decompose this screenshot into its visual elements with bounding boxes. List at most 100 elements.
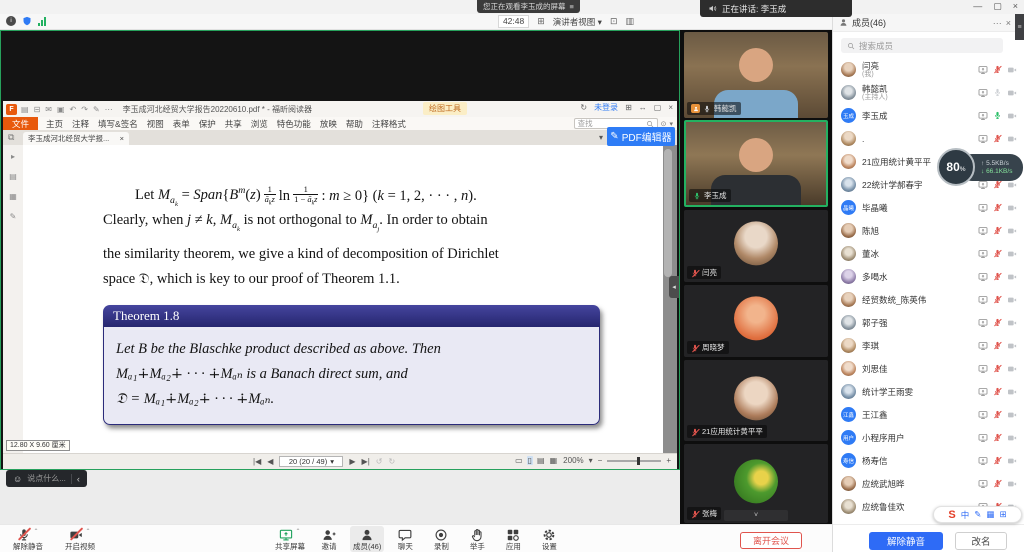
view-mode-dropdown[interactable]: 演讲者视图 ▾	[553, 16, 602, 28]
member-row[interactable]: 刘思佳	[833, 357, 1024, 380]
member-row[interactable]: 董冰	[833, 242, 1024, 265]
view-mode-icon[interactable]: ▯	[527, 456, 533, 465]
first-page-button[interactable]: |◀	[253, 457, 261, 466]
prev-view-button[interactable]: ↺	[376, 457, 383, 466]
tab-list-icon[interactable]: ⧉	[8, 132, 14, 143]
panel-more-icon[interactable]: ···	[993, 18, 1002, 28]
quick-icon[interactable]: ↶	[70, 105, 77, 114]
next-page-button[interactable]: ▶	[349, 457, 355, 466]
quick-icon[interactable]: ↷	[81, 105, 88, 114]
sidebar-panel-icon[interactable]: ▤	[9, 172, 17, 181]
panel-collapse-handle[interactable]: ◂	[669, 276, 679, 298]
member-row[interactable]: 寿信 杨寿信	[833, 449, 1024, 472]
security-shield-icon[interactable]	[22, 16, 32, 26]
toolbar-button[interactable]: ⌃ 开启视频	[62, 526, 98, 552]
quick-icon[interactable]: ⊟	[34, 105, 41, 114]
member-row[interactable]: 李琪	[833, 334, 1024, 357]
toolbar-button[interactable]: ⌃ 设置	[534, 526, 564, 552]
toolbar-button[interactable]: ⌃ 聊天	[390, 526, 420, 552]
pdf-scrollbar-thumb[interactable]	[664, 149, 672, 277]
member-row[interactable]: 统计学王雨雯	[833, 380, 1024, 403]
scroll-more-chevron[interactable]: ˅	[724, 510, 788, 521]
menu-icon[interactable]: ≡	[570, 2, 574, 11]
doc-tab-close-icon[interactable]: ×	[120, 134, 124, 143]
maximize-button[interactable]: ▢	[993, 1, 1002, 12]
video-thumbnail[interactable]: 张梅 ˅	[684, 444, 828, 523]
quick-icon[interactable]: ⋯	[105, 105, 113, 114]
toolbar-button[interactable]: ⌃ 共享屏幕	[272, 526, 308, 552]
page-number-input[interactable]: 20 (20 / 49)▾	[279, 456, 343, 467]
member-row[interactable]: 玉成 李玉成	[833, 104, 1024, 127]
member-row[interactable]: 江鑫 王江鑫	[833, 403, 1024, 426]
quick-icon[interactable]: ▣	[57, 105, 65, 114]
tab-overflow-caret[interactable]: ▾	[599, 133, 603, 142]
restore-icon[interactable]: ↔	[639, 103, 647, 112]
pdf-editor-button[interactable]: ✎ PDF编辑器	[607, 127, 675, 146]
toolbar-button[interactable]: ⌃ 举手	[462, 526, 492, 552]
member-row[interactable]: 郭子强	[833, 311, 1024, 334]
info-icon[interactable]: i	[6, 16, 16, 26]
sogou-logo[interactable]: S	[948, 509, 955, 521]
pdf-menu-tab[interactable]: 表单	[173, 118, 190, 130]
fullscreen-icon[interactable]: ⊡	[610, 16, 618, 27]
quick-icon[interactable]: ▤	[21, 105, 29, 114]
pdf-menu-tab[interactable]: 特色功能	[277, 118, 311, 130]
ime-icon[interactable]: ▦	[986, 509, 994, 521]
member-search-input[interactable]: 搜索成员	[841, 38, 1003, 53]
member-row[interactable]: 应统武旭晔	[833, 472, 1024, 495]
prev-page-button[interactable]: ◀	[267, 457, 273, 466]
toolbar-button[interactable]: ⌃ 成员(46)	[350, 526, 384, 552]
sidebar-panel-icon[interactable]: ▸	[11, 152, 15, 161]
chat-placeholder[interactable]: 说点什么...	[27, 473, 66, 484]
network-signal-icon[interactable]	[38, 17, 46, 26]
document-tab[interactable]: 李玉成河北经贸大学报... ×	[23, 132, 129, 145]
ime-icon[interactable]: ✎	[974, 509, 981, 521]
minimize-button[interactable]: —	[973, 1, 982, 12]
quick-icon[interactable]: ✉	[45, 105, 52, 114]
member-row[interactable]: 多喝水	[833, 265, 1024, 288]
chat-quick-input[interactable]: ☺ 说点什么... ‹	[6, 470, 87, 487]
toolbar-button[interactable]: ⌃ 录制	[426, 526, 456, 552]
zoom-in-button[interactable]: +	[666, 456, 671, 465]
view-mode-icon[interactable]: ▭	[514, 456, 524, 465]
next-view-button[interactable]: ↻	[388, 457, 395, 466]
video-thumbnail[interactable]: 21应用统计黄平平 ˅	[684, 360, 828, 441]
sidebar-toggle[interactable]: ≡	[1015, 14, 1024, 40]
pdf-menu-tab[interactable]: 共享	[225, 118, 242, 130]
ime-icon[interactable]: ⊞	[999, 509, 1006, 521]
last-page-button[interactable]: ▶|	[362, 457, 370, 466]
pdf-menu-tab[interactable]: 浏览	[251, 118, 268, 130]
pdf-menu-tab[interactable]: 保护	[199, 118, 216, 130]
options-chevron-icon[interactable]: ⌃	[295, 528, 300, 535]
emoji-icon[interactable]: ☺	[13, 474, 22, 484]
sync-icon[interactable]: ↻	[580, 103, 587, 112]
video-thumbnail[interactable]: 韩懿凯 ˅	[684, 32, 828, 118]
toolbar-button[interactable]: ⌃ 解除静音	[10, 526, 46, 552]
pdf-menu-tab[interactable]: 放映	[320, 118, 337, 130]
leave-meeting-button[interactable]: 离开会议	[740, 532, 802, 549]
member-row[interactable]: 用户 小程序用户	[833, 426, 1024, 449]
options-chevron-icon[interactable]: ⌃	[33, 528, 38, 535]
pdf-close-button[interactable]: ×	[668, 103, 673, 112]
zoom-slider-thumb[interactable]	[637, 457, 640, 465]
tile-icon[interactable]: ⊞	[625, 103, 632, 112]
tab-drawing-tools[interactable]: 绘图工具	[423, 102, 467, 115]
tab-file[interactable]: 文件	[3, 117, 38, 130]
view-mode-icon[interactable]: ▦	[549, 456, 559, 465]
collapse-chat-icon[interactable]: ‹	[77, 474, 80, 484]
performance-ball[interactable]: 80%	[937, 148, 975, 186]
sidebar-panel-icon[interactable]: ✎	[10, 212, 17, 221]
pdf-menu-tab[interactable]: 注释格式	[372, 118, 406, 130]
view-grid-icon[interactable]: ⊞	[537, 16, 545, 27]
pdf-menu-tab[interactable]: 注释	[72, 118, 89, 130]
login-link[interactable]: 未登录	[594, 102, 618, 113]
ime-icon[interactable]: 中	[961, 509, 970, 521]
video-thumbnail[interactable]: 闫亮 ˅	[684, 210, 828, 282]
close-button[interactable]: ×	[1013, 1, 1018, 12]
toolbar-button[interactable]: ⌃ 应用	[498, 526, 528, 552]
zoom-out-button[interactable]: −	[598, 456, 603, 465]
unmute-button[interactable]: 解除静音	[869, 532, 943, 550]
pdf-menu-tab[interactable]: 视图	[147, 118, 164, 130]
view-mode-icon[interactable]: ▤	[536, 456, 546, 465]
pdf-menu-tab[interactable]: 填写&签名	[98, 118, 138, 130]
